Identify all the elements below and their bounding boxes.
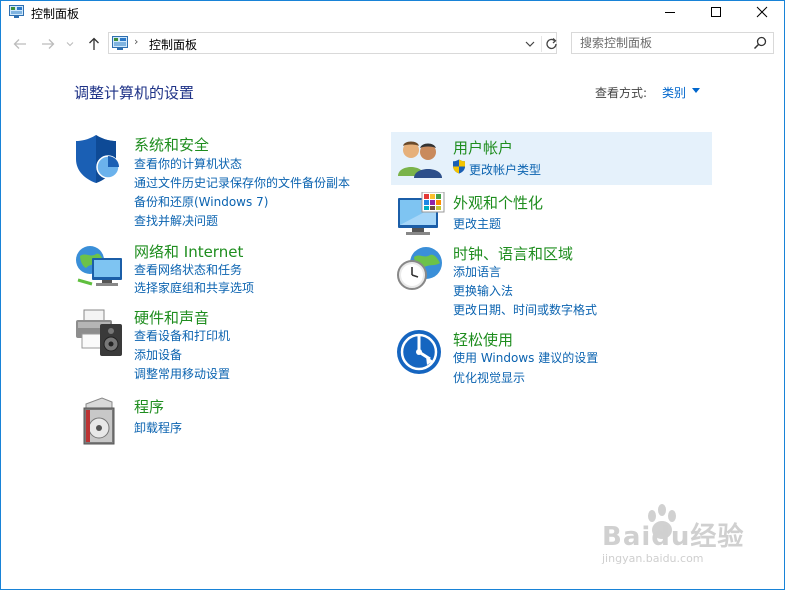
link-optimize-visual-display[interactable]: 优化视觉显示 xyxy=(453,369,525,386)
printer-speaker-icon xyxy=(76,309,122,356)
user-accounts-icon xyxy=(398,141,442,178)
link-change-theme[interactable]: 更改主题 xyxy=(453,215,501,232)
view-by-dropdown[interactable]: 类别 xyxy=(662,84,686,101)
minimize-icon xyxy=(665,12,675,13)
page-title: 调整计算机的设置 xyxy=(74,84,195,102)
chevron-down-icon xyxy=(66,42,74,47)
forward-arrow-icon xyxy=(42,39,55,49)
link-devices-printers[interactable]: 查看设备和打印机 xyxy=(134,327,230,344)
shield-icon xyxy=(76,135,120,183)
link-troubleshoot[interactable]: 查找并解决问题 xyxy=(134,212,218,229)
maximize-icon xyxy=(711,7,721,17)
link-add-device[interactable]: 添加设备 xyxy=(134,346,182,363)
monitor-palette-icon xyxy=(398,192,445,235)
dropdown-arrow-icon[interactable] xyxy=(692,88,700,93)
view-by-label: 查看方式: xyxy=(595,86,648,100)
category-clock-language-region: 时钟、语言和区域 添加语言 更换输入法 更改日期、时间或数字格式 xyxy=(396,243,706,318)
window-title: 控制面板 xyxy=(31,7,80,21)
watermark-url: jingyan.baidu.com xyxy=(602,552,704,565)
back-arrow-icon xyxy=(13,39,26,49)
breadcrumb-separator[interactable]: › xyxy=(134,35,138,48)
programs-disc-icon xyxy=(83,397,115,445)
category-title-ease-of-access[interactable]: 轻松使用 xyxy=(453,329,513,350)
forward-button[interactable] xyxy=(39,35,57,53)
breadcrumb-control-panel[interactable]: 控制面板 xyxy=(149,36,197,53)
category-hardware-sound: 硬件和声音 查看设备和打印机 添加设备 调整常用移动设置 xyxy=(74,306,374,382)
address-bar[interactable]: › 控制面板 xyxy=(108,32,557,54)
uac-shield-icon xyxy=(453,159,465,174)
category-system-security: 系统和安全 查看你的计算机状态 通过文件历史记录保存你的文件备份副本 备份和还原… xyxy=(74,133,374,228)
category-title-programs[interactable]: 程序 xyxy=(134,396,164,417)
category-user-accounts: 用户帐户 更改帐户类型 xyxy=(396,136,706,182)
link-add-language[interactable]: 添加语言 xyxy=(453,263,501,280)
category-ease-of-access: 轻松使用 使用 Windows 建议的设置 优化视觉显示 xyxy=(396,329,706,385)
link-uninstall-program[interactable]: 卸载程序 xyxy=(134,419,182,436)
navigation-bar: › 控制面板 xyxy=(0,30,785,58)
search-input[interactable] xyxy=(580,35,750,51)
category-title-system-security[interactable]: 系统和安全 xyxy=(134,134,209,155)
minimize-button[interactable] xyxy=(647,0,693,24)
search-icon[interactable] xyxy=(753,36,767,50)
link-recommended-settings[interactable]: 使用 Windows 建议的设置 xyxy=(453,349,598,366)
control-panel-icon xyxy=(112,36,128,50)
link-backup-restore[interactable]: 备份和还原(Windows 7) xyxy=(134,193,268,210)
link-homegroup-sharing[interactable]: 选择家庭组和共享选项 xyxy=(134,279,254,296)
control-panel-icon xyxy=(9,5,24,18)
link-file-history-backup[interactable]: 通过文件历史记录保存你的文件备份副本 xyxy=(134,174,350,191)
category-programs: 程序 卸载程序 xyxy=(74,396,374,445)
link-mobility-settings[interactable]: 调整常用移动设置 xyxy=(134,365,230,382)
link-change-date-time-format[interactable]: 更改日期、时间或数字格式 xyxy=(453,301,597,318)
chevron-down-icon[interactable] xyxy=(523,37,537,51)
title-bar: 控制面板 xyxy=(0,0,785,24)
category-network-internet: 网络和 Internet 查看网络状态和任务 选择家庭组和共享选项 xyxy=(74,240,374,296)
category-title-network-internet[interactable]: 网络和 Internet xyxy=(134,241,243,262)
network-globe-icon xyxy=(76,246,122,286)
category-title-appearance[interactable]: 外观和个性化 xyxy=(453,192,543,213)
clock-globe-icon xyxy=(397,247,442,290)
close-icon xyxy=(756,6,768,18)
link-view-computer-status[interactable]: 查看你的计算机状态 xyxy=(134,155,242,172)
close-button[interactable] xyxy=(739,0,785,24)
up-arrow-icon xyxy=(89,37,99,50)
link-network-status[interactable]: 查看网络状态和任务 xyxy=(134,261,242,278)
maximize-button[interactable] xyxy=(693,0,739,24)
search-box[interactable] xyxy=(571,32,774,54)
category-title-clock-language-region[interactable]: 时钟、语言和区域 xyxy=(453,243,573,264)
baidu-watermark: Baidu经验 jingyan.baidu.com xyxy=(598,498,748,570)
ease-of-access-icon xyxy=(397,330,441,374)
back-button[interactable] xyxy=(11,35,29,53)
link-change-account-type[interactable]: 更改帐户类型 xyxy=(469,161,541,178)
category-title-hardware-sound[interactable]: 硬件和声音 xyxy=(134,307,209,328)
up-button[interactable] xyxy=(85,35,103,53)
category-appearance: 外观和个性化 更改主题 xyxy=(396,192,706,240)
refresh-icon[interactable] xyxy=(541,36,560,52)
category-title-user-accounts[interactable]: 用户帐户 xyxy=(453,137,513,158)
watermark-brand: Baidu经验 xyxy=(602,522,745,552)
recent-locations-button[interactable] xyxy=(64,35,76,53)
link-change-input-method[interactable]: 更换输入法 xyxy=(453,282,513,299)
